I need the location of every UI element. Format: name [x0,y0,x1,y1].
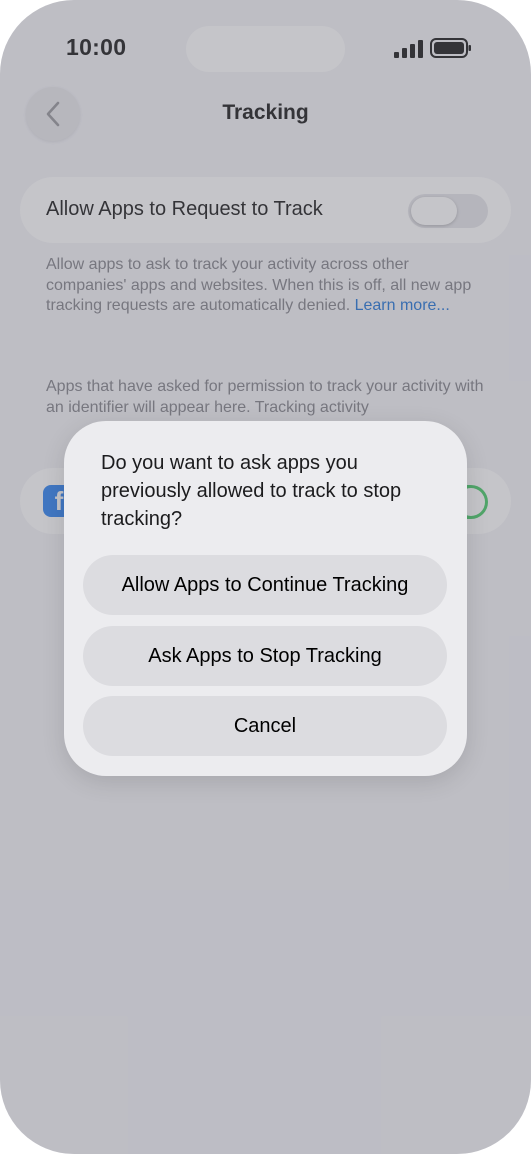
stop-tracking-button[interactable]: Ask Apps to Stop Tracking [83,626,447,686]
alert-message: Do you want to ask apps you previously a… [101,452,402,530]
cancel-button[interactable]: Cancel [83,696,447,756]
alert-dialog: Do you want to ask apps you previously a… [64,421,467,776]
phone-screen: 10:00 Tracking Allow Apps to Request to … [0,0,531,1154]
continue-tracking-button[interactable]: Allow Apps to Continue Tracking [83,555,447,615]
